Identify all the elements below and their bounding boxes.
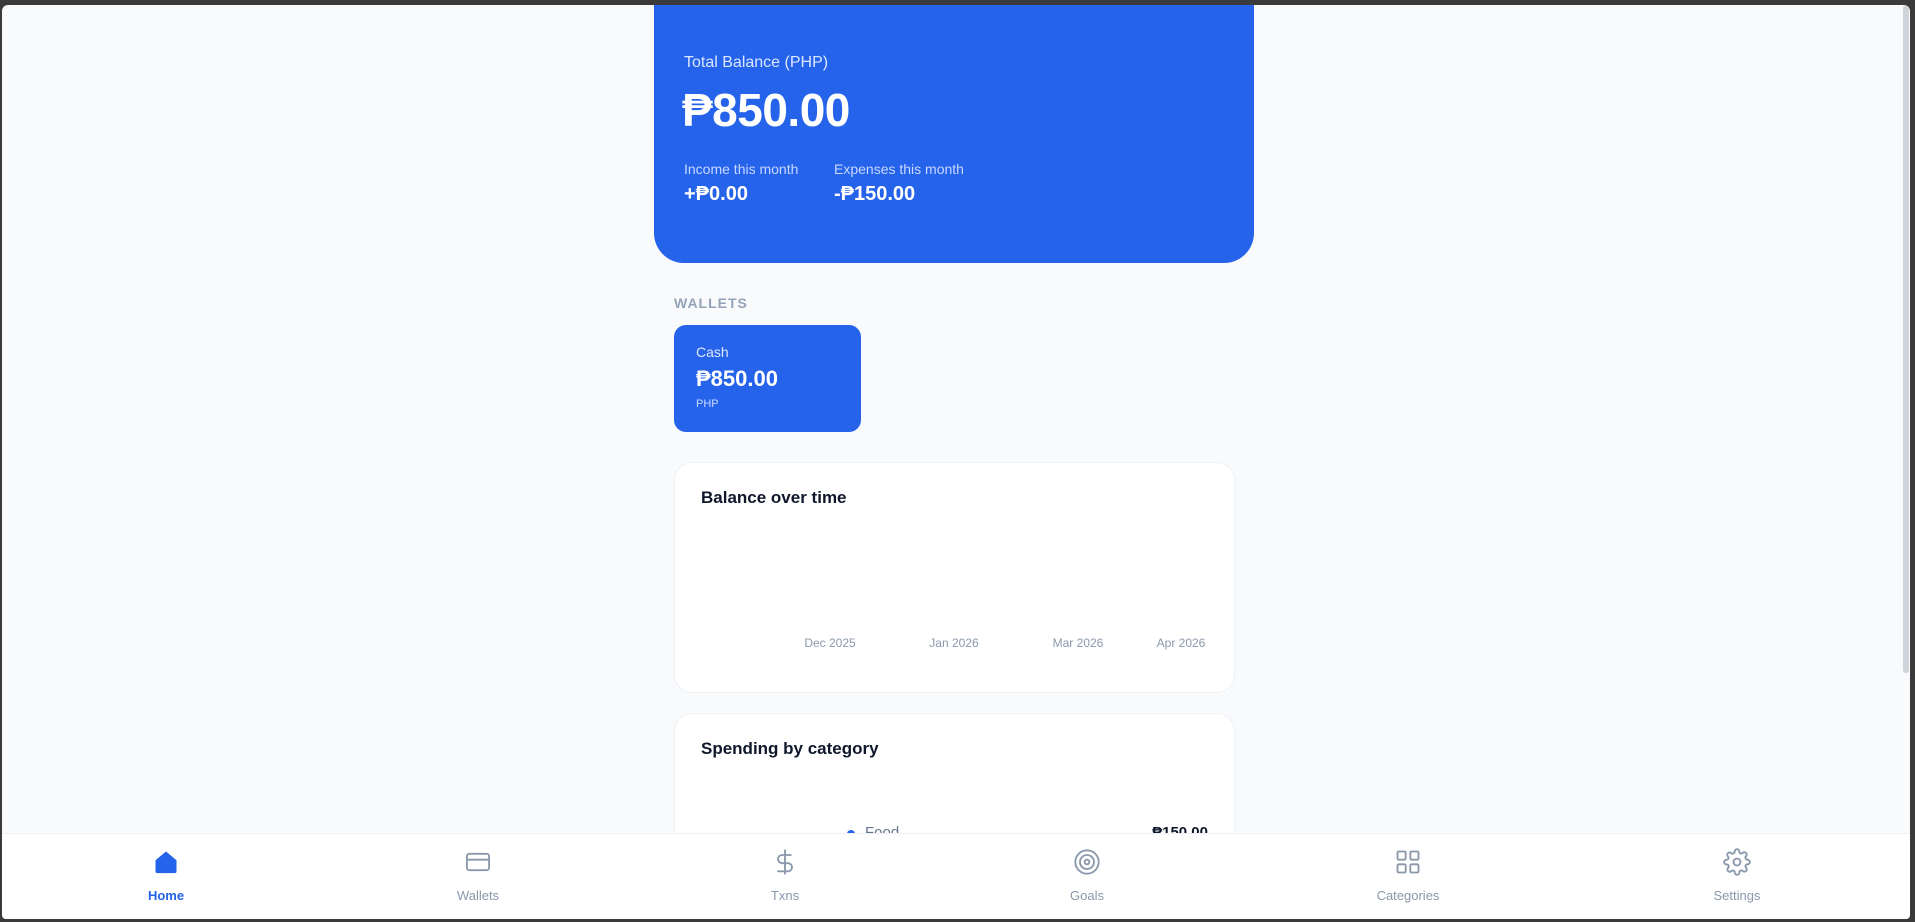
wallet-card-cash[interactable]: Cash ₱850.00 PHP bbox=[674, 325, 861, 432]
nav-label: Goals bbox=[1070, 888, 1104, 903]
nav-label: Txns bbox=[770, 888, 800, 903]
income-label: Income this month bbox=[684, 161, 799, 177]
expenses-stat: Expenses this month -₱150.00 bbox=[834, 161, 964, 206]
wallets-section-label: WALLETS bbox=[674, 295, 748, 311]
scrollbar-thumb[interactable] bbox=[1903, 5, 1909, 673]
nav-goals[interactable]: Goals bbox=[1007, 834, 1167, 919]
grid-icon bbox=[1396, 850, 1420, 874]
wallet-icon bbox=[465, 852, 491, 872]
home-icon bbox=[155, 851, 177, 874]
balance-chart-panel: Balance over time Dec 2025 Jan 2026 Mar 20… bbox=[674, 462, 1235, 693]
balance-chart: Dec 2025 Jan 2026 Mar 2026 Apr 2026 bbox=[804, 636, 1206, 650]
gear-icon bbox=[1723, 848, 1751, 876]
nav-settings[interactable]: Settings bbox=[1657, 834, 1817, 919]
nav-label: Wallets bbox=[456, 888, 500, 903]
x-tick-label: Mar 2026 bbox=[1053, 636, 1104, 650]
x-tick-label: Apr 2026 bbox=[1157, 636, 1206, 650]
nav-label: Settings bbox=[1713, 888, 1761, 903]
income-stat: Income this month +₱0.00 bbox=[684, 161, 798, 206]
nav-label: Categories bbox=[1376, 888, 1440, 903]
spending-panel: Spending by category Food ₱150.00 bbox=[674, 713, 1235, 833]
legend-category-value: ₱150.00 bbox=[1152, 824, 1208, 833]
spending-legend-item: Food ₱150.00 bbox=[675, 824, 1234, 833]
main-content[interactable]: Total Balance (PHP) ₱850.00 Income this … bbox=[2, 5, 1910, 833]
nav-wallets[interactable]: Wallets bbox=[398, 834, 558, 919]
total-balance-amount: ₱850.00 bbox=[682, 84, 850, 136]
bottom-nav: Home Wallets Txns Goals Categories Setti… bbox=[2, 833, 1910, 919]
expenses-value: -₱150.00 bbox=[834, 183, 916, 205]
spending-title: Spending by category bbox=[701, 739, 879, 758]
x-tick-label: Dec 2025 bbox=[804, 636, 856, 650]
dollar-icon bbox=[777, 849, 793, 875]
nav-txns[interactable]: Txns bbox=[705, 834, 865, 919]
total-balance-card: Total Balance (PHP) ₱850.00 Income this … bbox=[654, 5, 1254, 263]
legend-category-name: Food bbox=[865, 824, 900, 833]
target-icon bbox=[1074, 849, 1100, 875]
expenses-label: Expenses this month bbox=[834, 161, 964, 177]
total-balance-label: Total Balance (PHP) bbox=[684, 54, 829, 71]
wallet-name: Cash bbox=[696, 344, 729, 360]
wallet-amount: ₱850.00 bbox=[696, 366, 778, 391]
app-window: Total Balance (PHP) ₱850.00 Income this … bbox=[2, 5, 1910, 919]
nav-home[interactable]: Home bbox=[86, 834, 246, 919]
income-value: +₱0.00 bbox=[684, 183, 748, 205]
nav-categories[interactable]: Categories bbox=[1328, 834, 1488, 919]
x-tick-label: Jan 2026 bbox=[929, 636, 979, 650]
nav-label: Home bbox=[147, 888, 185, 903]
wallet-currency: PHP bbox=[696, 398, 719, 410]
